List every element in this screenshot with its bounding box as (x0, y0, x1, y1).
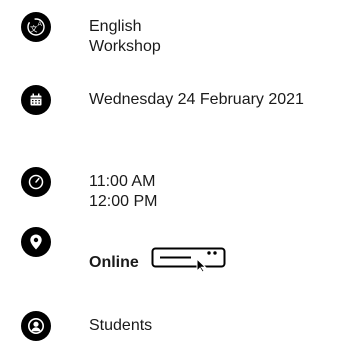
audience-label: Students (89, 317, 153, 334)
calendar-icon (21, 85, 51, 115)
location-pin-icon (21, 227, 51, 257)
clock-icon (21, 167, 51, 197)
language-text: English Workshop (89, 17, 161, 57)
event-date: Wednesday 24 February 2021 (89, 91, 304, 108)
translate-icon: A 文 (21, 12, 51, 42)
location-label: Online (89, 253, 139, 271)
language-label: English (89, 18, 142, 35)
svg-text:A: A (38, 21, 43, 28)
location-info: Online (89, 247, 227, 278)
time-text: 11:00 AM 12:00 PM (89, 172, 157, 212)
svg-text:文: 文 (30, 24, 38, 34)
event-type-label: Workshop (89, 38, 161, 55)
date-text: Wednesday 24 February 2021 (89, 90, 304, 110)
start-time: 11:00 AM (89, 173, 156, 190)
audience-text: Students (89, 316, 152, 336)
user-icon (21, 311, 51, 341)
online-device-icon (151, 247, 227, 278)
end-time: 12:00 PM (89, 193, 158, 210)
